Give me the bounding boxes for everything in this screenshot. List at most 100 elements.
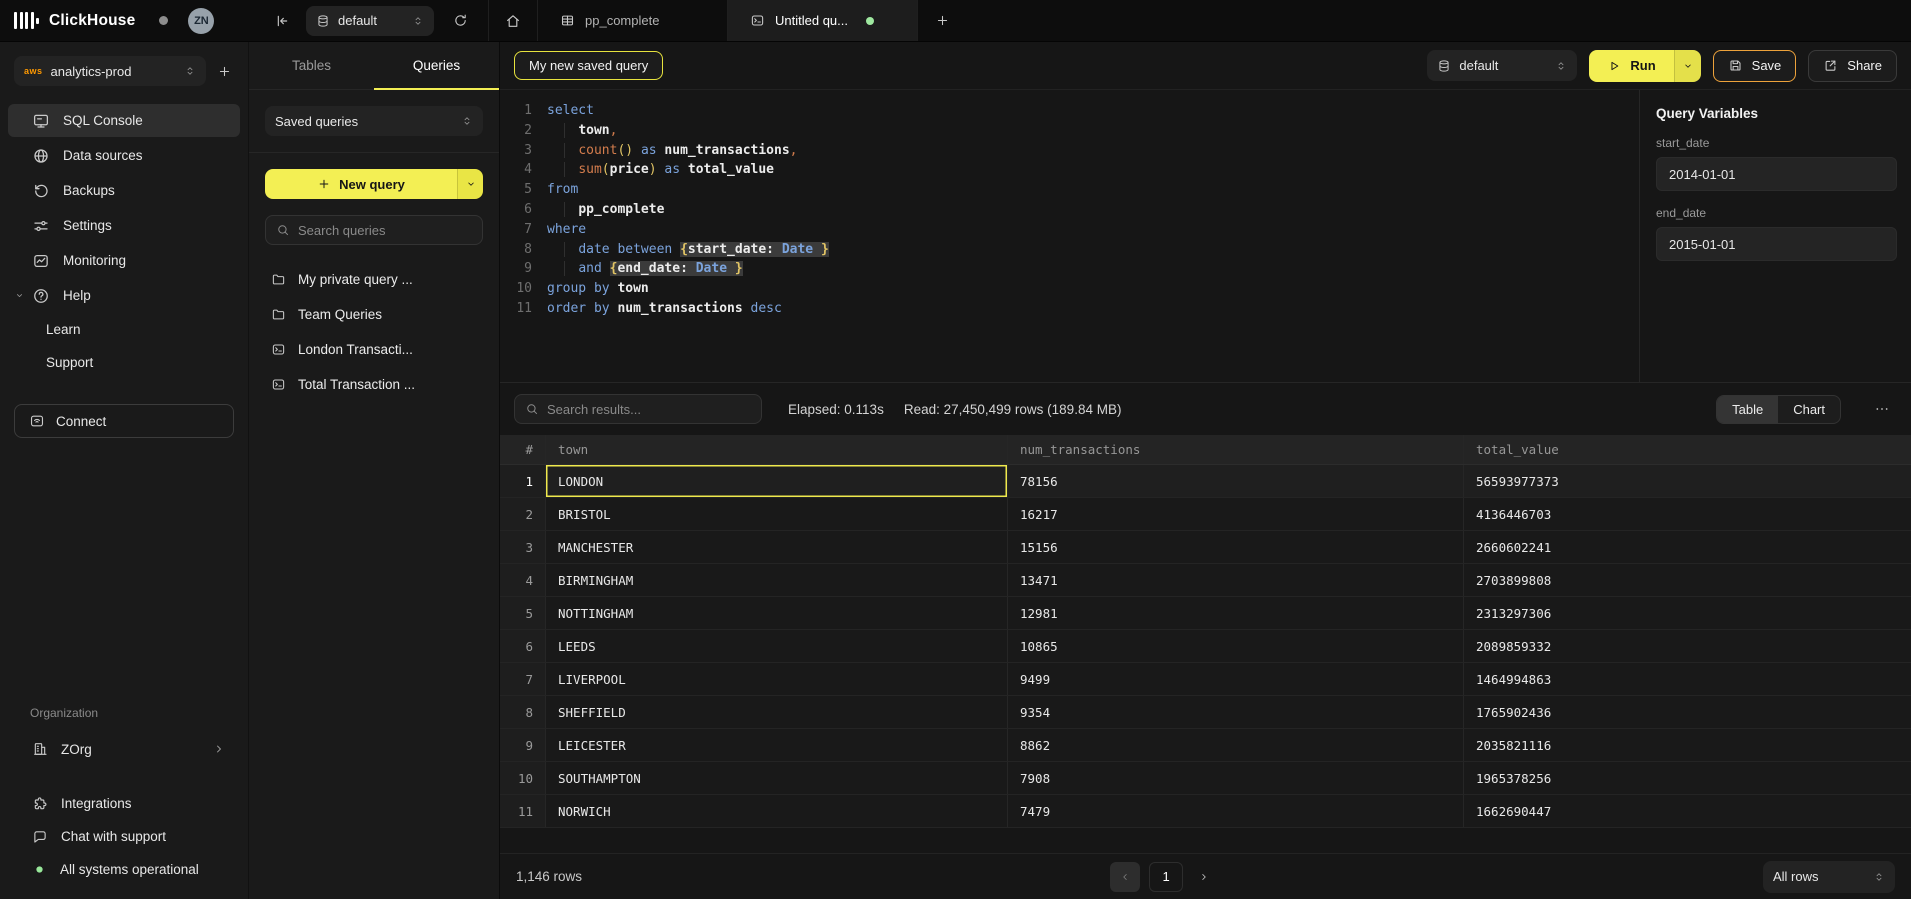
share-button[interactable]: Share	[1808, 50, 1897, 82]
panel-tab-queries[interactable]: Queries	[374, 42, 499, 89]
table-row[interactable]: 3 MANCHESTER 15156 2660602241	[500, 531, 1911, 564]
table-row[interactable]: 2 BRISTOL 16217 4136446703	[500, 498, 1911, 531]
chevron-down-icon[interactable]	[14, 290, 25, 301]
table-row[interactable]: 10 SOUTHAMPTON 7908 1965378256	[500, 762, 1911, 795]
search-queries-input[interactable]	[298, 223, 472, 238]
saved-query-item-my-private-query[interactable]: My private query ...	[257, 263, 491, 296]
sidebar-item-sql-console[interactable]: SQL Console	[8, 104, 240, 137]
saved-query-item-team-queries[interactable]: Team Queries	[257, 298, 491, 331]
editor-database-select[interactable]: default	[1427, 50, 1577, 81]
home-button[interactable]	[489, 0, 537, 41]
sidebar-item-help[interactable]: Help	[8, 279, 240, 312]
organization-item[interactable]: ZOrg	[8, 732, 240, 766]
save-button[interactable]: Save	[1713, 50, 1797, 82]
cell-total-value[interactable]: 1662690447	[1464, 795, 1911, 827]
cell-total-value[interactable]: 4136446703	[1464, 498, 1911, 530]
panel-tab-tables[interactable]: Tables	[249, 42, 374, 89]
cell-total-value[interactable]: 1464994863	[1464, 663, 1911, 695]
page-size-select[interactable]: All rows	[1763, 861, 1895, 893]
saved-queries-select[interactable]: Saved queries	[265, 106, 483, 136]
code-line[interactable]: 8 date between {start_date: Date }	[500, 240, 1639, 260]
new-query-menu-button[interactable]	[457, 169, 483, 199]
cell-num-transactions[interactable]: 10865	[1008, 630, 1464, 662]
cell-town[interactable]: LONDON	[546, 465, 1008, 497]
cell-total-value[interactable]: 2660602241	[1464, 531, 1911, 563]
cell-total-value[interactable]: 1965378256	[1464, 762, 1911, 794]
table-row[interactable]: 5 NOTTINGHAM 12981 2313297306	[500, 597, 1911, 630]
cell-num-transactions[interactable]: 9354	[1008, 696, 1464, 728]
cell-num-transactions[interactable]: 7479	[1008, 795, 1464, 827]
sidebar-subitem-support[interactable]: Support	[8, 347, 240, 378]
view-chart-button[interactable]: Chart	[1778, 396, 1840, 423]
tab-pp-complete[interactable]: pp_complete	[538, 0, 728, 41]
cell-total-value[interactable]: 1765902436	[1464, 696, 1911, 728]
code-line[interactable]: 5 from	[500, 180, 1639, 200]
variable-input-start-date[interactable]	[1656, 157, 1897, 191]
cell-num-transactions[interactable]: 13471	[1008, 564, 1464, 596]
column-header-town[interactable]: town	[546, 435, 1008, 464]
avatar[interactable]: ZN	[188, 8, 214, 34]
cell-total-value[interactable]: 2703899808	[1464, 564, 1911, 596]
topbar-database-select[interactable]: default	[306, 6, 434, 36]
next-page-button[interactable]	[1192, 862, 1216, 892]
cell-num-transactions[interactable]: 16217	[1008, 498, 1464, 530]
variable-input-end-date[interactable]	[1656, 227, 1897, 261]
cell-num-transactions[interactable]: 78156	[1008, 465, 1464, 497]
cell-num-transactions[interactable]: 15156	[1008, 531, 1464, 563]
search-results-input[interactable]	[547, 402, 751, 417]
cell-town[interactable]: LEEDS	[546, 630, 1008, 662]
sidebar-item-data-sources[interactable]: Data sources	[8, 139, 240, 172]
cell-total-value[interactable]: 2089859332	[1464, 630, 1911, 662]
refresh-button[interactable]	[448, 0, 472, 41]
cell-num-transactions[interactable]: 8862	[1008, 729, 1464, 761]
table-row[interactable]: 8 SHEFFIELD 9354 1765902436	[500, 696, 1911, 729]
column-header-num[interactable]: #	[500, 435, 546, 464]
sidebar-item-chat-with-support[interactable]: Chat with support	[8, 821, 240, 852]
sidebar-item-backups[interactable]: Backups	[8, 174, 240, 207]
cell-town[interactable]: MANCHESTER	[546, 531, 1008, 563]
collapse-panel-button[interactable]	[270, 0, 294, 41]
code-line[interactable]: 6 pp_complete	[500, 200, 1639, 220]
results-more-button[interactable]	[1867, 401, 1897, 417]
saved-query-item-london-transacti[interactable]: London Transacti...	[257, 333, 491, 366]
new-query-main[interactable]: New query	[265, 169, 457, 199]
cell-town[interactable]: LIVERPOOL	[546, 663, 1008, 695]
code-line[interactable]: 3 count() as num_transactions,	[500, 141, 1639, 161]
search-results-box[interactable]	[514, 394, 762, 424]
code-line[interactable]: 10 group by town	[500, 279, 1639, 299]
table-row[interactable]: 9 LEICESTER 8862 2035821116	[500, 729, 1911, 762]
table-row[interactable]: 6 LEEDS 10865 2089859332	[500, 630, 1911, 663]
sidebar-subitem-learn[interactable]: Learn	[8, 314, 240, 345]
saved-query-item-total-transaction[interactable]: Total Transaction ...	[257, 368, 491, 401]
code-line[interactable]: 4 sum(price) as total_value	[500, 160, 1639, 180]
table-row[interactable]: 11 NORWICH 7479 1662690447	[500, 795, 1911, 828]
table-row[interactable]: 4 BIRMINGHAM 13471 2703899808	[500, 564, 1911, 597]
query-name-badge[interactable]: My new saved query	[514, 51, 663, 80]
cell-num-transactions[interactable]: 12981	[1008, 597, 1464, 629]
new-tab-button[interactable]	[918, 0, 966, 41]
cell-town[interactable]: BIRMINGHAM	[546, 564, 1008, 596]
table-row[interactable]: 1 LONDON 78156 56593977373	[500, 465, 1911, 498]
column-header-num-transactions[interactable]: num_transactions	[1008, 435, 1464, 464]
code-line[interactable]: 1 select	[500, 101, 1639, 121]
sidebar-item-integrations[interactable]: Integrations	[8, 788, 240, 819]
cell-town[interactable]: NOTTINGHAM	[546, 597, 1008, 629]
cell-total-value[interactable]: 56593977373	[1464, 465, 1911, 497]
search-queries-box[interactable]	[265, 215, 483, 245]
cell-town[interactable]: NORWICH	[546, 795, 1008, 827]
sidebar-item-settings[interactable]: Settings	[8, 209, 240, 242]
cell-total-value[interactable]: 2035821116	[1464, 729, 1911, 761]
code-line[interactable]: 11 order by num_transactions desc	[500, 299, 1639, 319]
view-table-button[interactable]: Table	[1717, 396, 1778, 423]
prev-page-button[interactable]	[1110, 862, 1140, 892]
connect-button[interactable]: Connect	[14, 404, 234, 438]
service-select[interactable]: aws analytics-prod	[14, 56, 206, 86]
sidebar-item-monitoring[interactable]: Monitoring	[8, 244, 240, 277]
cell-num-transactions[interactable]: 9499	[1008, 663, 1464, 695]
sql-editor[interactable]: 1 select 2 town, 3 count() as num_transa…	[500, 90, 1639, 382]
run-main[interactable]: Run	[1589, 50, 1673, 82]
cell-total-value[interactable]: 2313297306	[1464, 597, 1911, 629]
table-row[interactable]: 7 LIVERPOOL 9499 1464994863	[500, 663, 1911, 696]
cell-town[interactable]: SOUTHAMPTON	[546, 762, 1008, 794]
cell-num-transactions[interactable]: 7908	[1008, 762, 1464, 794]
